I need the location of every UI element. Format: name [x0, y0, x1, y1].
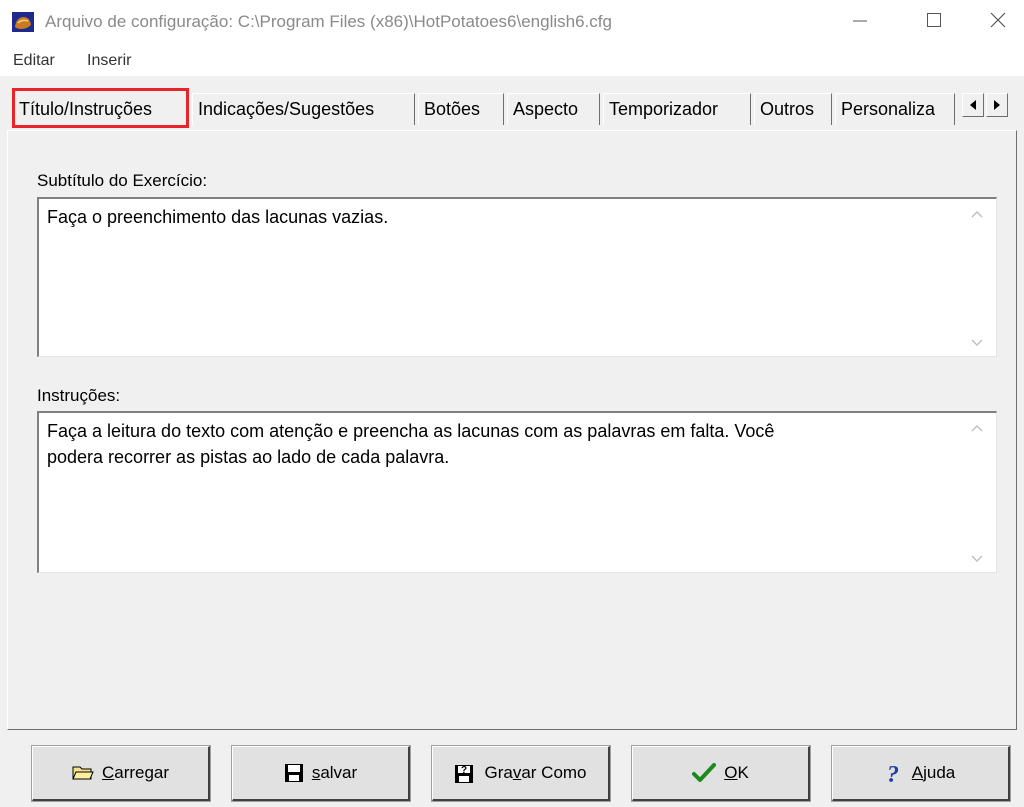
- ok-button[interactable]: OK: [631, 745, 811, 802]
- scroll-up-icon[interactable]: [970, 209, 984, 219]
- svg-text:?: ?: [887, 762, 899, 784]
- hot-potatoes-app-icon: [12, 12, 34, 32]
- tab-strip: Título/Instruções Indicações/Sugestões B…: [0, 84, 1024, 132]
- maximize-button[interactable]: [904, 0, 964, 40]
- instructions-label: Instruções:: [37, 386, 121, 405]
- tab-indicacoes-sugestoes[interactable]: Indicações/Sugestões: [192, 93, 415, 125]
- save-as-icon: ?: [455, 765, 474, 783]
- subtitle-textarea[interactable]: Faça o preenchimento das lacunas vazias.: [37, 197, 997, 357]
- arrow-left-icon: [970, 100, 976, 110]
- question-mark-icon: ?: [887, 762, 899, 784]
- scroll-up-icon[interactable]: [970, 423, 984, 433]
- scroll-down-icon[interactable]: [970, 554, 984, 564]
- minimize-button[interactable]: [830, 0, 890, 40]
- minimize-icon: [853, 20, 867, 22]
- tab-scroll-left-button[interactable]: [962, 93, 984, 117]
- tab-outros[interactable]: Outros: [754, 93, 832, 125]
- checkmark-icon: [692, 763, 717, 782]
- menu-inserir[interactable]: Inserir: [87, 52, 131, 70]
- tab-aspecto[interactable]: Aspecto: [507, 93, 600, 125]
- close-button[interactable]: [968, 0, 1024, 40]
- tab-personalizar[interactable]: Personaliza: [835, 93, 955, 125]
- close-icon: [990, 12, 1006, 28]
- help-button[interactable]: ? Ajuda: [831, 745, 1011, 802]
- tab-temporizador[interactable]: Temporizador: [603, 93, 751, 125]
- title-bar: Arquivo de configuração: C:\Program File…: [0, 0, 1024, 46]
- scroll-down-icon[interactable]: [970, 338, 984, 348]
- ok-button-label: OK: [724, 763, 749, 782]
- tab-scroll-right-button[interactable]: [986, 93, 1008, 117]
- tab-page-titulo-instrucoes: Subtítulo do Exercício: Faça o preenchim…: [7, 130, 1017, 730]
- menu-editar[interactable]: Editar: [13, 52, 55, 70]
- folder-open-icon: [72, 766, 94, 780]
- svg-text:?: ?: [461, 765, 467, 776]
- load-button[interactable]: Carregar: [31, 745, 211, 802]
- save-button[interactable]: salvar: [231, 745, 411, 802]
- tab-botoes[interactable]: Botões: [418, 93, 504, 125]
- help-button-label: Ajuda: [911, 763, 956, 782]
- floppy-disk-icon: [284, 764, 303, 782]
- save-button-label: salvar: [311, 763, 358, 782]
- tab-titulo-instrucoes[interactable]: Título/Instruções: [12, 88, 189, 128]
- instructions-textarea[interactable]: Faça a leitura do texto com atenção e pr…: [37, 411, 997, 573]
- subtitle-text: Faça o preenchimento das lacunas vazias.: [47, 207, 389, 227]
- load-button-label: Carregar: [101, 763, 170, 782]
- window-title: Arquivo de configuração: C:\Program File…: [45, 12, 612, 31]
- instructions-text: Faça a leitura do texto com atenção e pr…: [47, 421, 775, 467]
- maximize-icon: [927, 13, 941, 27]
- save-as-button[interactable]: ? Gravar Como: [431, 745, 611, 802]
- subtitle-label: Subtítulo do Exercício:: [37, 171, 208, 190]
- menu-bar: Editar Inserir: [0, 46, 1024, 76]
- save-as-button-label: Gravar Como: [484, 763, 587, 782]
- arrow-right-icon: [994, 100, 1000, 110]
